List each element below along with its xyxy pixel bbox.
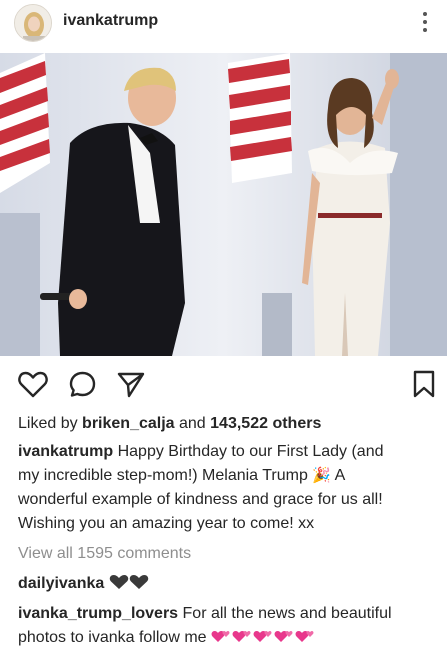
post-photo[interactable] (0, 53, 447, 356)
likes-line: Liked by briken_calja and 143,522 others (18, 413, 321, 435)
post-header: ivankatrump (0, 0, 447, 46)
share-icon[interactable] (116, 370, 146, 398)
caption-text-2b: A (334, 467, 346, 484)
liked-by-label: Liked by (18, 415, 78, 432)
comment-item-continued: photos to ivanka follow me (18, 627, 315, 650)
action-bar (0, 360, 447, 406)
post-username[interactable]: ivankatrump (63, 12, 158, 30)
photo-illustration (0, 53, 447, 356)
avatar[interactable] (14, 4, 52, 42)
black-hearts-icon (109, 574, 149, 597)
caption-text-1: Happy Birthday to our First Lady (and (117, 443, 384, 460)
comment-username[interactable]: dailyivanka (18, 575, 104, 592)
heart-icon[interactable] (18, 370, 48, 398)
comment-item: dailyivanka (18, 573, 149, 597)
pink-two-hearts-icon (211, 628, 315, 650)
caption-line-3: wonderful example of kindness and grace … (18, 491, 383, 508)
comment-icon[interactable] (68, 370, 98, 398)
more-vertical-icon[interactable] (420, 10, 430, 34)
flag-right (228, 53, 292, 183)
view-all-comments-link[interactable]: View all 1595 comments (18, 543, 191, 565)
comment-username[interactable]: ivanka_trump_lovers (18, 605, 178, 622)
comment-text: photos to ivanka follow me (18, 629, 207, 646)
liked-by-user[interactable]: briken_calja (82, 415, 175, 432)
likes-count[interactable]: 143,522 others (210, 415, 321, 432)
party-popper-icon: 🎉 (312, 467, 332, 484)
caption-line-4: Wishing you an amazing year to come! xx (18, 515, 315, 532)
caption-username[interactable]: ivankatrump (18, 443, 113, 460)
avatar-image (15, 5, 51, 41)
liked-by-and: and (179, 415, 206, 432)
comment-item: ivanka_trump_lovers For all the news and… (18, 603, 392, 625)
comment-text: For all the news and beautiful (182, 605, 392, 622)
bookmark-icon[interactable] (412, 370, 436, 398)
caption-line-1: ivankatrump Happy Birthday to our First … (18, 441, 384, 463)
caption-line-2: my incredible step-mom!) Melania Trump 🎉… (18, 465, 345, 487)
caption-text-2a: my incredible step-mom!) Melania Trump (18, 467, 308, 484)
